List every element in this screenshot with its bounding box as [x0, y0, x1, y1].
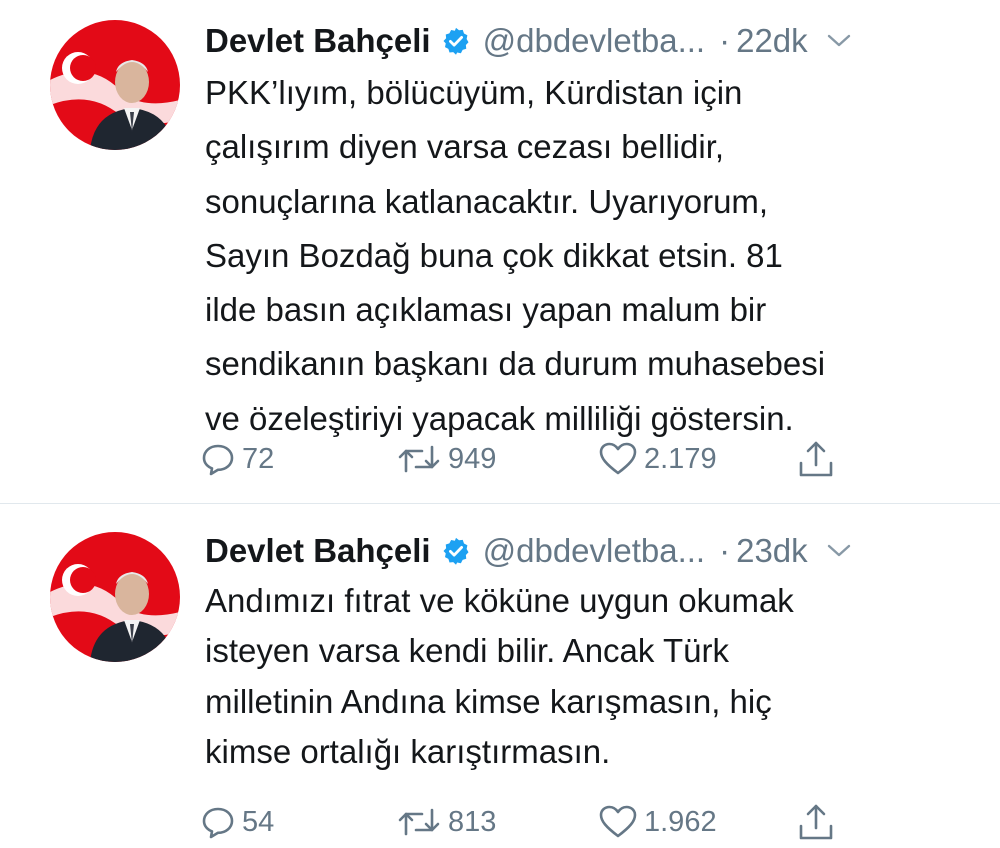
share-icon — [796, 802, 836, 842]
author-handle[interactable]: @dbdevletba... — [483, 532, 705, 570]
like-count: 2.179 — [644, 442, 717, 475]
retweet-button[interactable]: 949 — [396, 437, 496, 481]
author-name[interactable]: Devlet Bahçeli — [205, 22, 431, 60]
avatar[interactable] — [50, 20, 180, 150]
tweet[interactable]: Devlet Bahçeli @dbdevletba... · 23dk And… — [0, 504, 1000, 848]
reply-icon — [200, 441, 236, 477]
heart-icon — [598, 441, 638, 477]
verified-badge-icon — [441, 26, 471, 56]
tweet-text: Andımızı fıtrat ve köküne uygun okumak i… — [205, 582, 794, 770]
verified-badge-icon — [441, 536, 471, 566]
like-button[interactable]: 2.179 — [598, 437, 717, 481]
tweet-feed: Devlet Bahçeli @dbdevletba... · 22dk PKK… — [0, 0, 1000, 848]
reply-icon — [200, 804, 236, 840]
retweet-count: 813 — [448, 805, 497, 838]
retweet-icon — [396, 804, 442, 840]
tweet-timestamp[interactable]: 22dk — [736, 22, 808, 60]
reply-count: 72 — [242, 442, 275, 475]
author-handle[interactable]: @dbdevletba... — [483, 22, 705, 60]
separator-dot: · — [719, 22, 731, 59]
author-name[interactable]: Devlet Bahçeli — [205, 532, 431, 570]
chevron-down-icon[interactable] — [826, 543, 852, 559]
share-button[interactable] — [796, 800, 836, 844]
avatar[interactable] — [50, 532, 180, 662]
tweet-header: Devlet Bahçeli @dbdevletba... · 23dk — [205, 528, 970, 574]
separator-dot: · — [719, 532, 731, 569]
retweet-button[interactable]: 813 — [396, 800, 496, 844]
reply-button[interactable]: 72 — [200, 437, 274, 481]
tweet-timestamp[interactable]: 23dk — [736, 532, 808, 570]
retweet-icon — [396, 441, 442, 477]
tweet-actions: 54 813 1.962 — [200, 800, 850, 844]
tweet[interactable]: Devlet Bahçeli @dbdevletba... · 22dk PKK… — [0, 0, 1000, 504]
reply-count: 54 — [242, 805, 275, 838]
heart-icon — [598, 804, 638, 840]
tweet-text: PKK’lıyım, bölücüyüm, Kürdistan için çal… — [205, 74, 826, 437]
share-button[interactable] — [796, 437, 836, 481]
share-icon — [796, 439, 836, 479]
tweet-actions: 72 949 2.179 — [200, 437, 850, 481]
chevron-down-icon[interactable] — [826, 33, 852, 49]
like-count: 1.962 — [644, 805, 717, 838]
like-button[interactable]: 1.962 — [598, 800, 717, 844]
retweet-count: 949 — [448, 442, 497, 475]
tweet-header: Devlet Bahçeli @dbdevletba... · 22dk — [205, 18, 970, 64]
reply-button[interactable]: 54 — [200, 800, 274, 844]
